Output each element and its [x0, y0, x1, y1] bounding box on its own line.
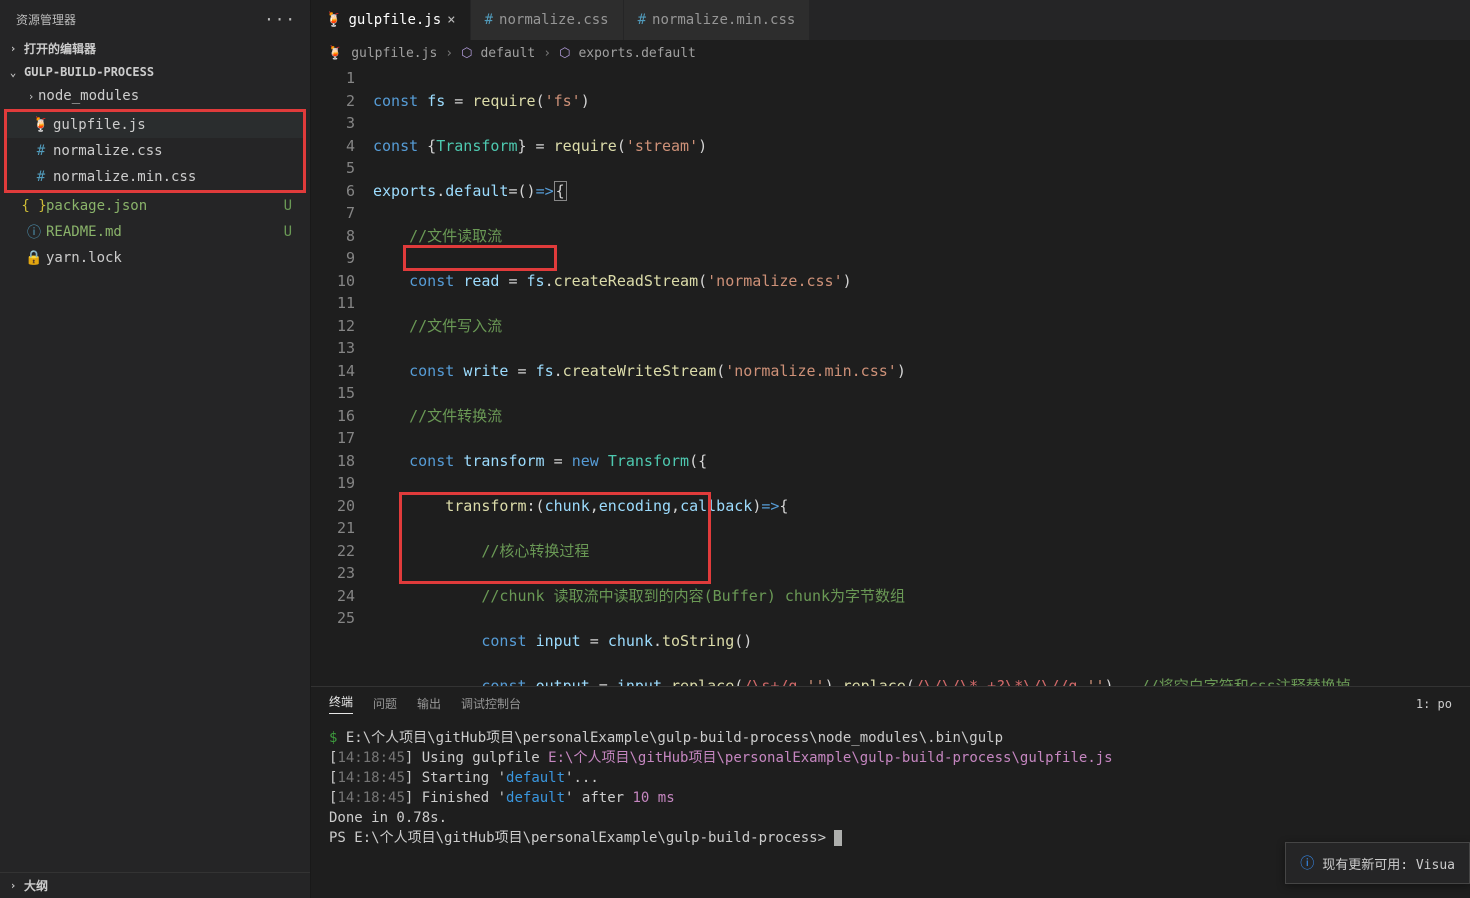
code-editor[interactable]: 1234567891011121314151617181920212223242…	[311, 67, 1470, 686]
chevron-down-icon: ⌄	[6, 66, 20, 79]
explorer-sidebar: 资源管理器 ··· › 打开的编辑器 ⌄ GULP-BUILD-PROCESS …	[0, 0, 311, 898]
highlight-box-transform	[403, 245, 557, 271]
tree-label: normalize.css	[53, 143, 163, 159]
terminal-cursor	[834, 830, 842, 846]
tree-file-gulpfile[interactable]: 🍹 gulpfile.js	[7, 112, 303, 138]
code-content[interactable]: const fs = require('fs') const {Transfor…	[373, 67, 1470, 686]
braces-icon: { }	[24, 198, 44, 214]
tree-file-package[interactable]: { } package.json U	[0, 193, 310, 219]
tree-label: yarn.lock	[46, 250, 122, 266]
section-label: GULP-BUILD-PROCESS	[24, 65, 154, 79]
hash-icon: #	[31, 169, 51, 185]
panel-tab-terminal[interactable]: 终端	[329, 693, 353, 714]
line-gutter: 1234567891011121314151617181920212223242…	[311, 67, 373, 686]
tree-label: node_modules	[38, 88, 139, 104]
breadcrumbs[interactable]: 🍹 gulpfile.js › ⬡ default › ⬡ exports.de…	[311, 40, 1470, 67]
hash-icon: #	[638, 12, 646, 28]
chevron-right-icon: ›	[445, 46, 453, 61]
editor-area: 🍹 gulpfile.js × # normalize.css # normal…	[311, 0, 1470, 898]
tree-label: package.json	[46, 198, 147, 214]
tab-gulpfile[interactable]: 🍹 gulpfile.js ×	[311, 0, 471, 40]
tree-file-normalize-min[interactable]: # normalize.min.css	[7, 164, 303, 190]
panel-tab-output[interactable]: 输出	[417, 695, 441, 712]
terminal-selector[interactable]: 1: po	[1416, 697, 1452, 711]
tab-bar: 🍹 gulpfile.js × # normalize.css # normal…	[311, 0, 1470, 40]
info-icon: ⓘ	[24, 222, 44, 242]
tab-label: normalize.min.css	[652, 12, 795, 28]
sidebar-header: 资源管理器 ···	[0, 0, 310, 36]
tree-folder-node-modules[interactable]: › node_modules	[0, 83, 310, 109]
info-icon: ⓘ	[1300, 853, 1314, 873]
chevron-right-icon: ›	[6, 42, 20, 55]
chevron-right-icon: ›	[24, 90, 38, 103]
git-status: U	[284, 224, 292, 240]
cube-icon: ⬡	[559, 46, 570, 61]
sidebar-title: 资源管理器	[16, 11, 76, 28]
section-outline[interactable]: › 大纲	[0, 872, 310, 898]
update-notification[interactable]: ⓘ 现有更新可用: Visua	[1285, 842, 1470, 884]
section-label: 打开的编辑器	[24, 40, 96, 57]
tree-label: gulpfile.js	[53, 117, 146, 133]
breadcrumb-end: exports.default	[578, 46, 695, 61]
chevron-right-icon: ›	[6, 879, 20, 892]
lock-icon: 🔒	[24, 250, 44, 266]
breadcrumb-mid: default	[480, 46, 535, 61]
file-tree: › node_modules 🍹 gulpfile.js # normalize…	[0, 83, 310, 872]
tree-label: normalize.min.css	[53, 169, 196, 185]
section-project[interactable]: ⌄ GULP-BUILD-PROCESS	[0, 61, 310, 83]
chevron-right-icon: ›	[543, 46, 551, 61]
section-open-editors[interactable]: › 打开的编辑器	[0, 36, 310, 61]
tab-label: gulpfile.js	[348, 12, 441, 28]
hash-icon: #	[485, 12, 493, 28]
panel-tab-problems[interactable]: 问题	[373, 695, 397, 712]
hash-icon: #	[31, 143, 51, 159]
close-icon[interactable]: ×	[447, 12, 455, 28]
highlighted-files-box: 🍹 gulpfile.js # normalize.css # normaliz…	[4, 109, 306, 193]
git-status: U	[284, 198, 292, 214]
notification-text: 现有更新可用: Visua	[1322, 854, 1455, 873]
panel-tabs: 终端 问题 输出 调试控制台 1: po	[311, 687, 1470, 718]
panel-tab-debug[interactable]: 调试控制台	[461, 695, 521, 712]
tab-normalize[interactable]: # normalize.css	[471, 0, 624, 40]
tree-label: README.md	[46, 224, 122, 240]
tree-file-yarn[interactable]: 🔒 yarn.lock	[0, 245, 310, 271]
gulp-icon: 🍹	[31, 117, 51, 133]
more-icon[interactable]: ···	[264, 10, 296, 29]
tree-file-normalize[interactable]: # normalize.css	[7, 138, 303, 164]
breadcrumb-file: gulpfile.js	[351, 46, 437, 61]
cube-icon: ⬡	[461, 46, 472, 61]
tab-normalize-min[interactable]: # normalize.min.css	[624, 0, 811, 40]
gulp-icon: 🍹	[325, 12, 342, 28]
tree-file-readme[interactable]: ⓘ README.md U	[0, 219, 310, 245]
tab-label: normalize.css	[499, 12, 609, 28]
section-label: 大纲	[24, 877, 48, 894]
gulp-icon: 🍹	[327, 46, 343, 61]
